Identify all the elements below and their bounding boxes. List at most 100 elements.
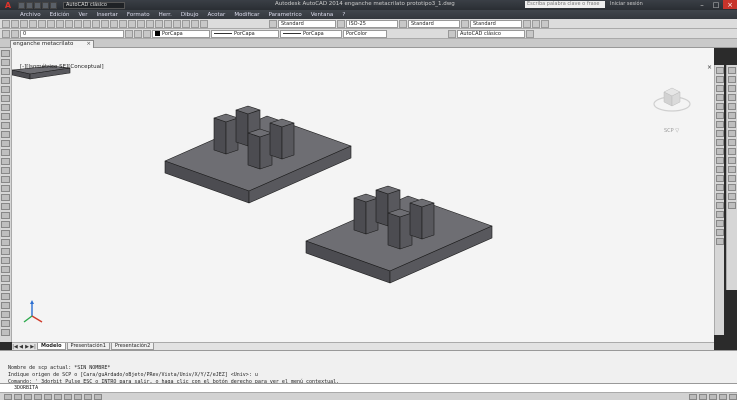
model-space-icon[interactable]: [689, 393, 697, 400]
pyramid-icon[interactable]: [715, 202, 724, 209]
new-icon[interactable]: [2, 19, 10, 28]
sweep-icon[interactable]: [715, 220, 724, 227]
polyline-icon[interactable]: [1, 68, 10, 75]
gradient-icon[interactable]: [1, 185, 10, 192]
front-view-icon[interactable]: [728, 103, 736, 110]
ortho-icon[interactable]: [24, 393, 32, 400]
workspace-combo[interactable]: AutoCAD clásico: [457, 29, 525, 38]
last-tab-icon[interactable]: ▶|: [30, 344, 36, 350]
back-view-icon[interactable]: [728, 112, 736, 119]
scale-icon[interactable]: [1, 293, 10, 300]
tab-presentacion2[interactable]: Presentación2: [110, 343, 155, 350]
save-icon[interactable]: [34, 1, 41, 9]
ne-iso-icon[interactable]: [728, 139, 736, 146]
bulb-icon[interactable]: [11, 29, 19, 38]
add-selected-icon[interactable]: [1, 221, 10, 228]
menu-insertar[interactable]: Insertar: [96, 12, 117, 18]
zoom-icon[interactable]: [715, 76, 724, 83]
sw-iso-icon[interactable]: [728, 121, 736, 128]
viewcube-ucs-label[interactable]: SCP ▽: [664, 128, 679, 134]
ellipse-arc-icon[interactable]: [1, 140, 10, 147]
zoom-window-icon[interactable]: [128, 19, 136, 28]
rectangle-icon[interactable]: [1, 86, 10, 93]
viewcube[interactable]: [653, 87, 691, 112]
close-icon[interactable]: ×: [723, 0, 737, 9]
layer-state-manager-icon[interactable]: [143, 29, 151, 38]
osnap-icon[interactable]: [44, 393, 52, 400]
markup-icon[interactable]: [182, 19, 190, 28]
extend-icon[interactable]: [1, 320, 10, 327]
trim-icon[interactable]: [1, 311, 10, 318]
menu-herramientas[interactable]: Herr.: [159, 12, 172, 18]
menu-modificar[interactable]: Modificar: [234, 12, 259, 18]
menu-ver[interactable]: Ver: [78, 12, 87, 18]
workspace-settings-icon[interactable]: [448, 29, 456, 38]
file-tab[interactable]: enganche metacrilato prototipo3_1* ×: [10, 40, 94, 54]
nw-iso-icon[interactable]: [728, 148, 736, 155]
right-view-icon[interactable]: [728, 94, 736, 101]
lock-icon[interactable]: [719, 393, 727, 400]
workspace-select[interactable]: AutoCAD clásico: [63, 1, 125, 9]
text-style-select[interactable]: Standard: [278, 19, 336, 28]
save-icon[interactable]: [20, 19, 28, 28]
array-icon[interactable]: [1, 266, 10, 273]
insert-block-icon[interactable]: [1, 149, 10, 156]
copy-object-icon[interactable]: [1, 239, 10, 246]
make-current-icon[interactable]: [125, 29, 133, 38]
search-input[interactable]: Escriba palabra clave o frase: [525, 1, 605, 8]
design-center-icon[interactable]: [155, 19, 163, 28]
subtract-icon[interactable]: [715, 130, 724, 137]
union-icon[interactable]: [715, 121, 724, 128]
extrude-icon[interactable]: [715, 103, 724, 110]
visual-styles-icon[interactable]: [728, 193, 736, 200]
sheet-set-icon[interactable]: [173, 19, 181, 28]
layer-select[interactable]: 0: [20, 29, 124, 38]
spline-icon[interactable]: [1, 122, 10, 129]
offset-icon[interactable]: [1, 257, 10, 264]
viewport-controls-label[interactable]: [-][Isométrico SE][Conceptual]: [20, 64, 104, 70]
application-menu-button[interactable]: A: [0, 0, 16, 10]
properties-icon[interactable]: [146, 19, 154, 28]
annotation-scale-icon[interactable]: [699, 393, 707, 400]
otrack-icon[interactable]: [64, 393, 72, 400]
dim-style-select[interactable]: ISO-25: [346, 19, 398, 28]
redo-icon[interactable]: [50, 1, 57, 9]
paste-icon[interactable]: [74, 19, 82, 28]
cut-icon[interactable]: [56, 19, 64, 28]
open-icon[interactable]: [26, 1, 33, 9]
pan-icon[interactable]: [110, 19, 118, 28]
preview-icon[interactable]: [38, 19, 46, 28]
zoom-previous-icon[interactable]: [137, 19, 145, 28]
move-icon[interactable]: [1, 275, 10, 282]
construction-line-icon[interactable]: [1, 59, 10, 66]
lineweight-icon[interactable]: [94, 393, 102, 400]
left-view-icon[interactable]: [728, 85, 736, 92]
mtext-icon[interactable]: [1, 212, 10, 219]
layer-previous-icon[interactable]: [134, 29, 142, 38]
table-style-select[interactable]: Standard: [408, 19, 460, 28]
snap-mode-icon[interactable]: [4, 393, 12, 400]
lights-icon[interactable]: [728, 184, 736, 191]
workspace-switch-icon[interactable]: [709, 393, 717, 400]
calculator-icon[interactable]: [191, 19, 199, 28]
ucs-icon[interactable]: [532, 19, 540, 28]
command-input[interactable]: 3DORBITA: [0, 383, 737, 392]
minimize-icon[interactable]: –: [695, 0, 709, 9]
polar-icon[interactable]: [34, 393, 42, 400]
linetype-select[interactable]: PorCapa: [211, 29, 279, 38]
clean-screen-icon[interactable]: [729, 393, 737, 400]
bottom-view-icon[interactable]: [728, 76, 736, 83]
line-icon[interactable]: [1, 50, 10, 57]
menu-parametrico[interactable]: Parametrico: [269, 12, 302, 18]
open-icon[interactable]: [11, 19, 19, 28]
menu-archivo[interactable]: Archivo: [20, 12, 41, 18]
pan-icon[interactable]: [715, 85, 724, 92]
menu-dibujo[interactable]: Dibujo: [181, 12, 199, 18]
mirror-icon[interactable]: [1, 248, 10, 255]
menu-ventana[interactable]: Ventana: [311, 12, 334, 18]
render-icon[interactable]: [728, 166, 736, 173]
workspace-save-icon[interactable]: [526, 29, 534, 38]
new-icon[interactable]: [18, 1, 25, 9]
redo-icon[interactable]: [101, 19, 109, 28]
arc-icon[interactable]: [1, 95, 10, 102]
